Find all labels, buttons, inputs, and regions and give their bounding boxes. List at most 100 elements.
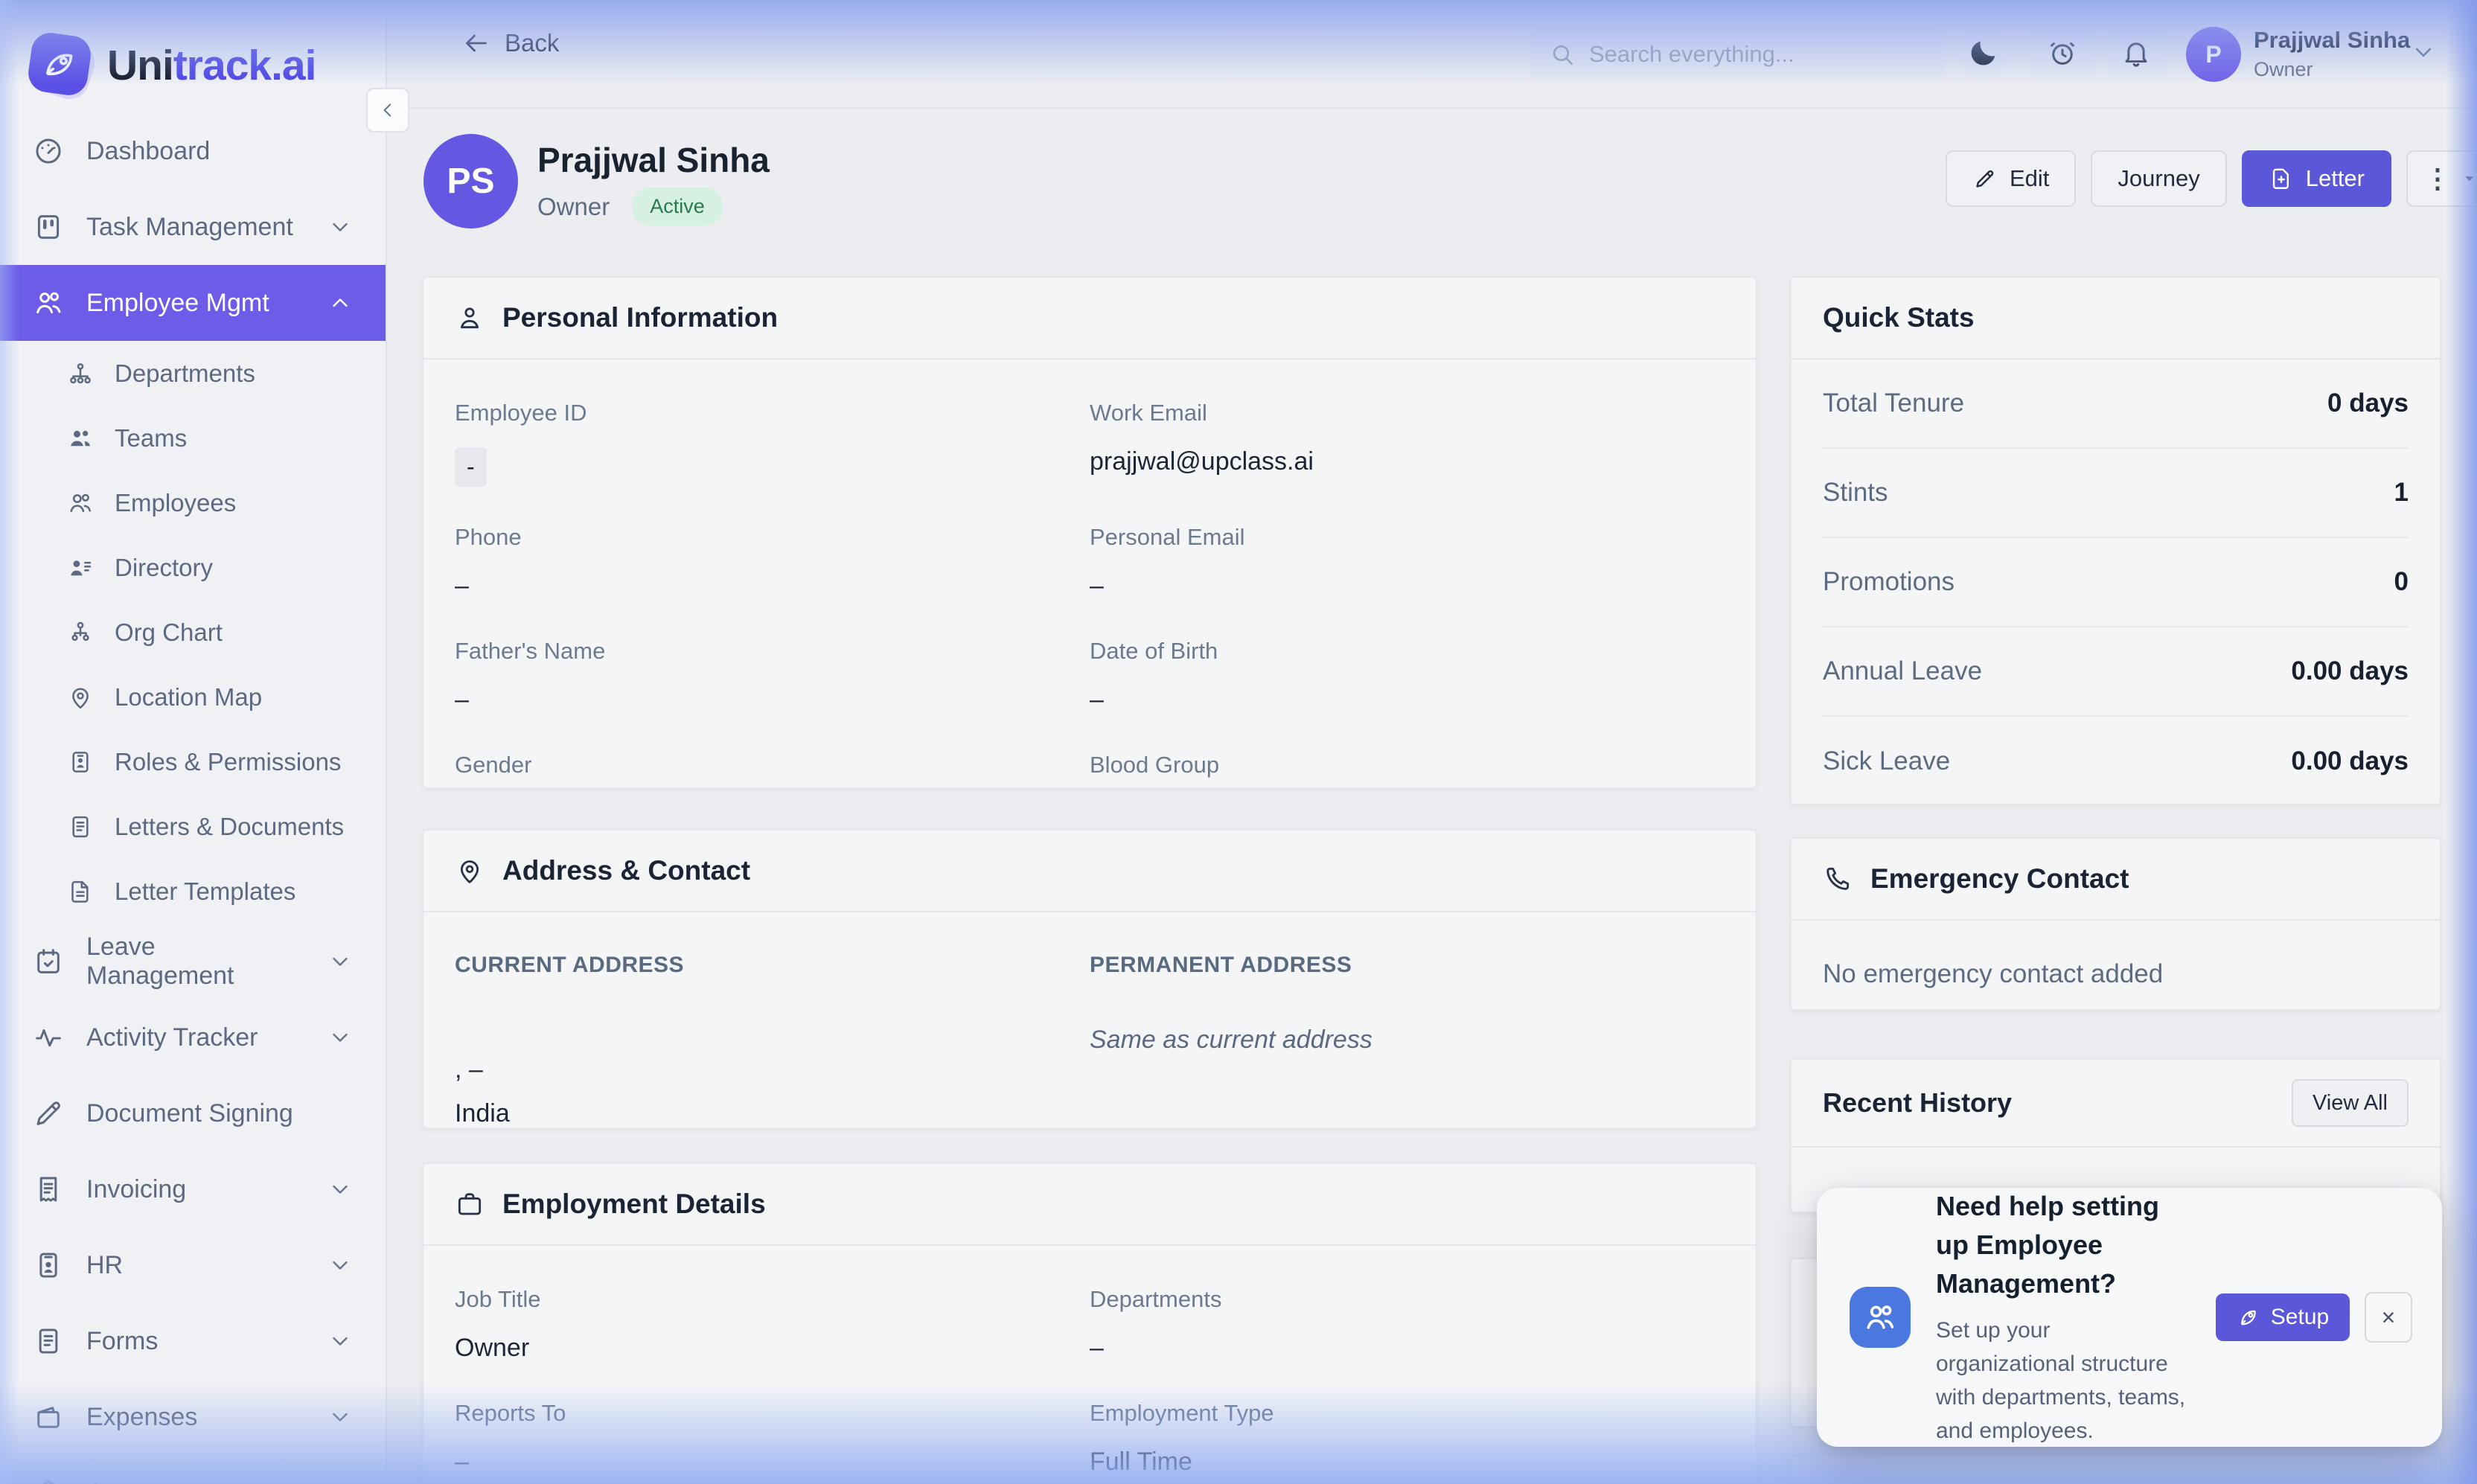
view-all-button[interactable]: View All: [2292, 1079, 2409, 1127]
personal-info-header: Personal Information: [424, 278, 1756, 359]
brand-logo[interactable]: Unitrack.ai: [0, 0, 386, 104]
field-job-title: Job TitleOwner: [455, 1286, 1090, 1363]
sidebar-item-label: Letters & Documents: [115, 813, 344, 841]
people-filled-icon: [67, 425, 94, 452]
employment-fields: Job TitleOwner Departments– Reports To– …: [424, 1246, 1756, 1477]
sidebar-item-roles-permissions[interactable]: Roles & Permissions: [0, 729, 386, 794]
sidebar-item-task-management[interactable]: Task Management: [0, 189, 386, 265]
sidebar-item-letters-documents[interactable]: Letters & Documents: [0, 794, 386, 859]
field-date-of-birth: Date of Birth–: [1090, 638, 1725, 714]
moon-icon: [1967, 36, 2000, 69]
field-reports-to: Reports To–: [455, 1400, 1090, 1477]
chevron-down-icon: [327, 1480, 353, 1484]
chevron-down-icon: [327, 1404, 353, 1430]
sidebar-item-label: Location Map: [115, 683, 262, 711]
user-icon: [455, 303, 485, 333]
users-icon: [33, 287, 64, 319]
field-employee-id: Employee ID-: [455, 400, 1090, 487]
pen-icon: [33, 1098, 64, 1129]
search-icon: [1549, 41, 1576, 68]
arrow-left-icon: [461, 28, 491, 58]
profile-subline: Owner Active: [537, 188, 723, 226]
personal-info-fields: Employee ID- Work Emailprajjwal@upclass.…: [424, 359, 1756, 789]
document-icon: [67, 878, 94, 905]
popup-text: Need help setting up Employee Management…: [1936, 1187, 2190, 1448]
hierarchy-icon: [67, 360, 94, 387]
sidebar-item-departments[interactable]: Departments: [0, 341, 386, 406]
sidebar-item-forms[interactable]: Forms: [0, 1303, 386, 1379]
field-employment-type: Employment TypeFull Time: [1090, 1400, 1725, 1477]
back-button[interactable]: Back: [461, 28, 559, 58]
sidebar-item-label: Departments: [115, 359, 255, 388]
sidebar-item-label: Employees: [115, 489, 236, 517]
sidebar-item-label: Invoicing: [86, 1175, 186, 1204]
notifications-button[interactable]: [2106, 24, 2166, 82]
sidebar-item-teams[interactable]: Teams: [0, 406, 386, 470]
letter-button[interactable]: Letter: [2242, 150, 2391, 207]
sidebar-item-location-map[interactable]: Location Map: [0, 665, 386, 729]
sidebar-item-directory[interactable]: Directory: [0, 535, 386, 600]
card-title: Emergency Contact: [1870, 863, 2129, 895]
sidebar-item-leave-management[interactable]: Leave Management: [0, 924, 386, 1000]
sidebar-item-label: Teams: [115, 424, 187, 452]
avatar-initial: P: [2205, 41, 2221, 68]
sidebar-item-assets[interactable]: Assets: [0, 1455, 386, 1484]
address-header: Address & Contact: [424, 831, 1756, 912]
emergency-header: Emergency Contact: [1792, 839, 2440, 921]
field-blood-group: Blood Group–: [1090, 752, 1725, 789]
sidebar-item-org-chart[interactable]: Org Chart: [0, 600, 386, 665]
sidebar-item-dashboard[interactable]: Dashboard: [0, 113, 386, 189]
field-work-email: Work Emailprajjwal@upclass.ai: [1090, 400, 1725, 487]
kanban-icon: [33, 211, 64, 243]
popup-close-button[interactable]: ×: [2365, 1292, 2412, 1343]
chevron-down-icon: [327, 1328, 353, 1354]
map-pin-icon: [67, 684, 94, 711]
edit-button[interactable]: Edit: [1946, 150, 2076, 207]
sidebar-item-employees[interactable]: Employees: [0, 470, 386, 535]
sidebar-item-label: Leave Management: [86, 933, 305, 991]
employment-header: Employment Details: [424, 1164, 1756, 1246]
reminders-button[interactable]: [2030, 24, 2094, 82]
stat-row-annual-leave: Annual Leave0.00 days: [1823, 627, 2409, 717]
popup-actions: Setup ×: [2216, 1292, 2412, 1343]
sidebar-item-label: Directory: [115, 554, 213, 582]
card-title: Address & Contact: [502, 855, 750, 886]
briefcase-icon: [455, 1189, 485, 1219]
chevron-down-icon[interactable]: [2410, 39, 2437, 65]
stat-row-promotions: Promotions0: [1823, 538, 2409, 627]
sidebar-item-label: Expenses: [86, 1403, 197, 1432]
sidebar-item-document-signing[interactable]: Document Signing: [0, 1075, 386, 1151]
card-title: Employment Details: [502, 1189, 766, 1220]
rocket-logo-icon: [30, 34, 92, 97]
address-card: Address & Contact CURRENT ADDRESS , – In…: [422, 829, 1757, 1129]
sidebar-item-employee-mgmt[interactable]: Employee Mgmt: [0, 265, 386, 341]
journey-button[interactable]: Journey: [2091, 150, 2226, 207]
sidebar-item-expenses[interactable]: Expenses: [0, 1379, 386, 1455]
chevron-down-icon: [327, 1253, 353, 1278]
document-lines-icon: [67, 813, 94, 840]
sidebar: Unitrack.ai Dashboard Task Management Em…: [0, 0, 387, 1484]
sidebar-collapse-button[interactable]: [366, 88, 409, 132]
profile-name: Prajjwal Sinha: [537, 140, 770, 180]
personal-info-card: Personal Information Employee ID- Work E…: [422, 276, 1757, 789]
document-lines-icon: [33, 1325, 64, 1357]
sidebar-item-letter-templates[interactable]: Letter Templates: [0, 859, 386, 924]
pulse-icon: [33, 1022, 64, 1053]
user-menu[interactable]: Prajjwal Sinha Owner: [2254, 27, 2410, 81]
field-personal-email: Personal Email–: [1090, 524, 1725, 601]
sidebar-item-label: Forms: [86, 1327, 158, 1356]
sidebar-item-activity-tracker[interactable]: Activity Tracker: [0, 1000, 386, 1075]
stat-row-sick-leave: Sick Leave0.00 days: [1823, 717, 2409, 805]
sidebar-item-hr[interactable]: HR: [0, 1227, 386, 1303]
more-actions-button[interactable]: ⋮: [2406, 150, 2477, 207]
sidebar-item-label: Letter Templates: [115, 877, 295, 906]
sidebar-item-label: HR: [86, 1251, 123, 1280]
topbar-avatar[interactable]: P: [2186, 27, 2241, 82]
sidebar-item-label: Assets: [86, 1479, 162, 1484]
sidebar-item-invoicing[interactable]: Invoicing: [0, 1151, 386, 1227]
wallet-icon: [33, 1401, 64, 1433]
setup-button[interactable]: Setup: [2216, 1293, 2350, 1341]
dark-mode-toggle[interactable]: [1957, 27, 2010, 79]
search-input[interactable]: [1589, 41, 1902, 68]
file-plus-icon: [2269, 166, 2294, 191]
